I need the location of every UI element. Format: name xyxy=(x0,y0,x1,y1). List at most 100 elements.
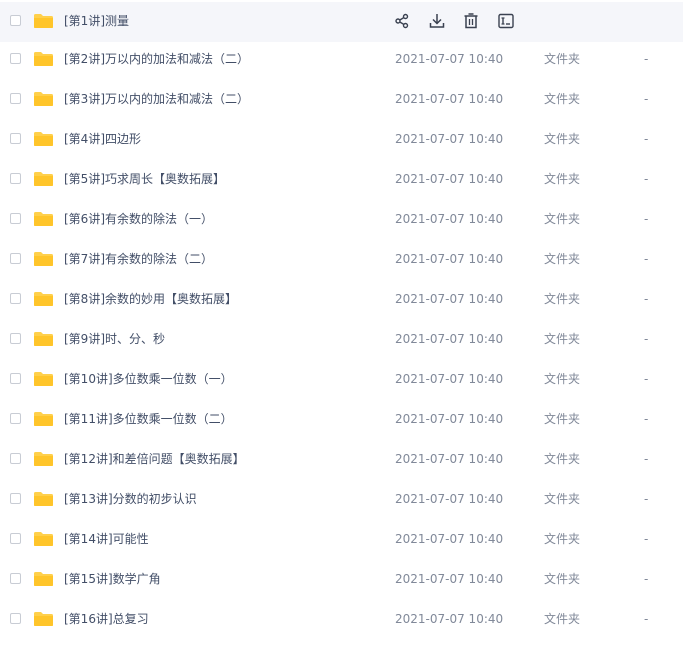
file-type: 文件夹 xyxy=(544,612,581,626)
modified-date: 2021-07-07 10:40 xyxy=(395,132,504,146)
row-checkbox[interactable] xyxy=(10,293,21,304)
file-type: 文件夹 xyxy=(544,452,581,466)
folder-icon xyxy=(34,372,53,386)
modified-date: 2021-07-07 10:40 xyxy=(395,492,504,506)
row-checkbox[interactable] xyxy=(10,253,21,264)
file-size: - xyxy=(644,172,649,186)
row-checkbox[interactable] xyxy=(10,453,21,464)
file-row-9[interactable]: [第9讲]时、分、秒 2021-07-07 10:40 文件夹 - xyxy=(0,320,683,360)
file-type: 文件夹 xyxy=(544,372,581,386)
file-size: - xyxy=(644,532,649,546)
file-name[interactable]: [第16讲]总复习 xyxy=(64,611,149,627)
file-size: - xyxy=(644,492,649,506)
file-row-2[interactable]: [第2讲]万以内的加法和减法（二） 2021-07-07 10:40 文件夹 - xyxy=(0,40,683,80)
modified-date: 2021-07-07 10:40 xyxy=(395,212,504,226)
row-checkbox[interactable] xyxy=(10,413,21,424)
file-type: 文件夹 xyxy=(544,492,581,506)
folder-icon xyxy=(34,212,53,226)
folder-icon xyxy=(34,172,53,186)
file-row-8[interactable]: [第8讲]余数的妙用【奥数拓展】 2021-07-07 10:40 文件夹 - xyxy=(0,280,683,320)
row-checkbox[interactable] xyxy=(10,573,21,584)
row-checkbox[interactable] xyxy=(10,373,21,384)
folder-icon xyxy=(34,14,53,28)
file-row-3[interactable]: [第3讲]万以内的加法和减法（二） 2021-07-07 10:40 文件夹 - xyxy=(0,80,683,120)
file-row-1[interactable]: [第1讲]测量 xyxy=(0,2,683,42)
file-type: 文件夹 xyxy=(544,212,581,226)
file-size: - xyxy=(644,372,649,386)
file-size: - xyxy=(644,412,649,426)
file-row-14[interactable]: [第14讲]可能性 2021-07-07 10:40 文件夹 - xyxy=(0,520,683,560)
row-checkbox[interactable] xyxy=(10,173,21,184)
row-checkbox[interactable] xyxy=(10,53,21,64)
folder-icon xyxy=(34,92,53,106)
file-name[interactable]: [第10讲]多位数乘一位数（一） xyxy=(64,371,233,387)
file-name[interactable]: [第11讲]多位数乘一位数（二） xyxy=(64,411,233,427)
file-name[interactable]: [第7讲]有余数的除法（二） xyxy=(64,251,213,267)
file-row-15[interactable]: [第15讲]数学广角 2021-07-07 10:40 文件夹 - xyxy=(0,560,683,600)
file-name[interactable]: [第1讲]测量 xyxy=(64,13,129,29)
file-size: - xyxy=(644,292,649,306)
file-name[interactable]: [第8讲]余数的妙用【奥数拓展】 xyxy=(64,291,237,307)
row-checkbox[interactable] xyxy=(10,533,21,544)
modified-date: 2021-07-07 10:40 xyxy=(395,172,504,186)
modified-date: 2021-07-07 10:40 xyxy=(395,52,504,66)
modified-date: 2021-07-07 10:40 xyxy=(395,372,504,386)
file-name[interactable]: [第15讲]数学广角 xyxy=(64,571,161,587)
file-type: 文件夹 xyxy=(544,172,581,186)
folder-icon xyxy=(34,332,53,346)
row-checkbox[interactable] xyxy=(10,613,21,624)
file-row-11[interactable]: [第11讲]多位数乘一位数（二） 2021-07-07 10:40 文件夹 - xyxy=(0,400,683,440)
download-icon[interactable] xyxy=(428,12,446,30)
file-row-13[interactable]: [第13讲]分数的初步认识 2021-07-07 10:40 文件夹 - xyxy=(0,480,683,520)
modified-date: 2021-07-07 10:40 xyxy=(395,532,504,546)
file-row-4[interactable]: [第4讲]四边形 2021-07-07 10:40 文件夹 - xyxy=(0,120,683,160)
file-row-12[interactable]: [第12讲]和差倍问题【奥数拓展】 2021-07-07 10:40 文件夹 - xyxy=(0,440,683,480)
modified-date: 2021-07-07 10:40 xyxy=(395,612,504,626)
file-row-16[interactable]: [第16讲]总复习 2021-07-07 10:40 文件夹 - xyxy=(0,600,683,640)
file-type: 文件夹 xyxy=(544,92,581,106)
file-row-6[interactable]: [第6讲]有余数的除法（一） 2021-07-07 10:40 文件夹 - xyxy=(0,200,683,240)
file-row-5[interactable]: [第5讲]巧求周长【奥数拓展】 2021-07-07 10:40 文件夹 - xyxy=(0,160,683,200)
file-type: 文件夹 xyxy=(544,332,581,346)
folder-icon xyxy=(34,132,53,146)
file-size: - xyxy=(644,452,649,466)
folder-icon xyxy=(34,292,53,306)
file-row-7[interactable]: [第7讲]有余数的除法（二） 2021-07-07 10:40 文件夹 - xyxy=(0,240,683,280)
share-icon[interactable] xyxy=(393,12,411,30)
file-name[interactable]: [第14讲]可能性 xyxy=(64,531,149,547)
file-type: 文件夹 xyxy=(544,532,581,546)
row-checkbox[interactable] xyxy=(10,333,21,344)
file-type: 文件夹 xyxy=(544,292,581,306)
modified-date: 2021-07-07 10:40 xyxy=(395,332,504,346)
file-size: - xyxy=(644,92,649,106)
delete-icon[interactable] xyxy=(462,12,480,30)
file-name[interactable]: [第9讲]时、分、秒 xyxy=(64,331,165,347)
file-type: 文件夹 xyxy=(544,52,581,66)
row-checkbox[interactable] xyxy=(10,15,21,26)
modified-date: 2021-07-07 10:40 xyxy=(395,252,504,266)
file-name[interactable]: [第6讲]有余数的除法（一） xyxy=(64,211,213,227)
file-size: - xyxy=(644,612,649,626)
folder-icon xyxy=(34,572,53,586)
file-name[interactable]: [第12讲]和差倍问题【奥数拓展】 xyxy=(64,451,245,467)
folder-icon xyxy=(34,612,53,626)
row-checkbox[interactable] xyxy=(10,493,21,504)
modified-date: 2021-07-07 10:40 xyxy=(395,412,504,426)
file-name[interactable]: [第5讲]巧求周长【奥数拓展】 xyxy=(64,171,225,187)
file-size: - xyxy=(644,212,649,226)
file-row-10[interactable]: [第10讲]多位数乘一位数（一） 2021-07-07 10:40 文件夹 - xyxy=(0,360,683,400)
row-checkbox[interactable] xyxy=(10,213,21,224)
file-name[interactable]: [第4讲]四边形 xyxy=(64,131,141,147)
file-name[interactable]: [第2讲]万以内的加法和减法（二） xyxy=(64,51,249,67)
folder-icon xyxy=(34,252,53,266)
file-name[interactable]: [第3讲]万以内的加法和减法（二） xyxy=(64,91,249,107)
file-size: - xyxy=(644,572,649,586)
file-name[interactable]: [第13讲]分数的初步认识 xyxy=(64,491,197,507)
file-type: 文件夹 xyxy=(544,132,581,146)
row-checkbox[interactable] xyxy=(10,133,21,144)
file-size: - xyxy=(644,252,649,266)
rename-icon[interactable] xyxy=(497,12,515,30)
modified-date: 2021-07-07 10:40 xyxy=(395,292,504,306)
folder-icon xyxy=(34,492,53,506)
row-checkbox[interactable] xyxy=(10,93,21,104)
